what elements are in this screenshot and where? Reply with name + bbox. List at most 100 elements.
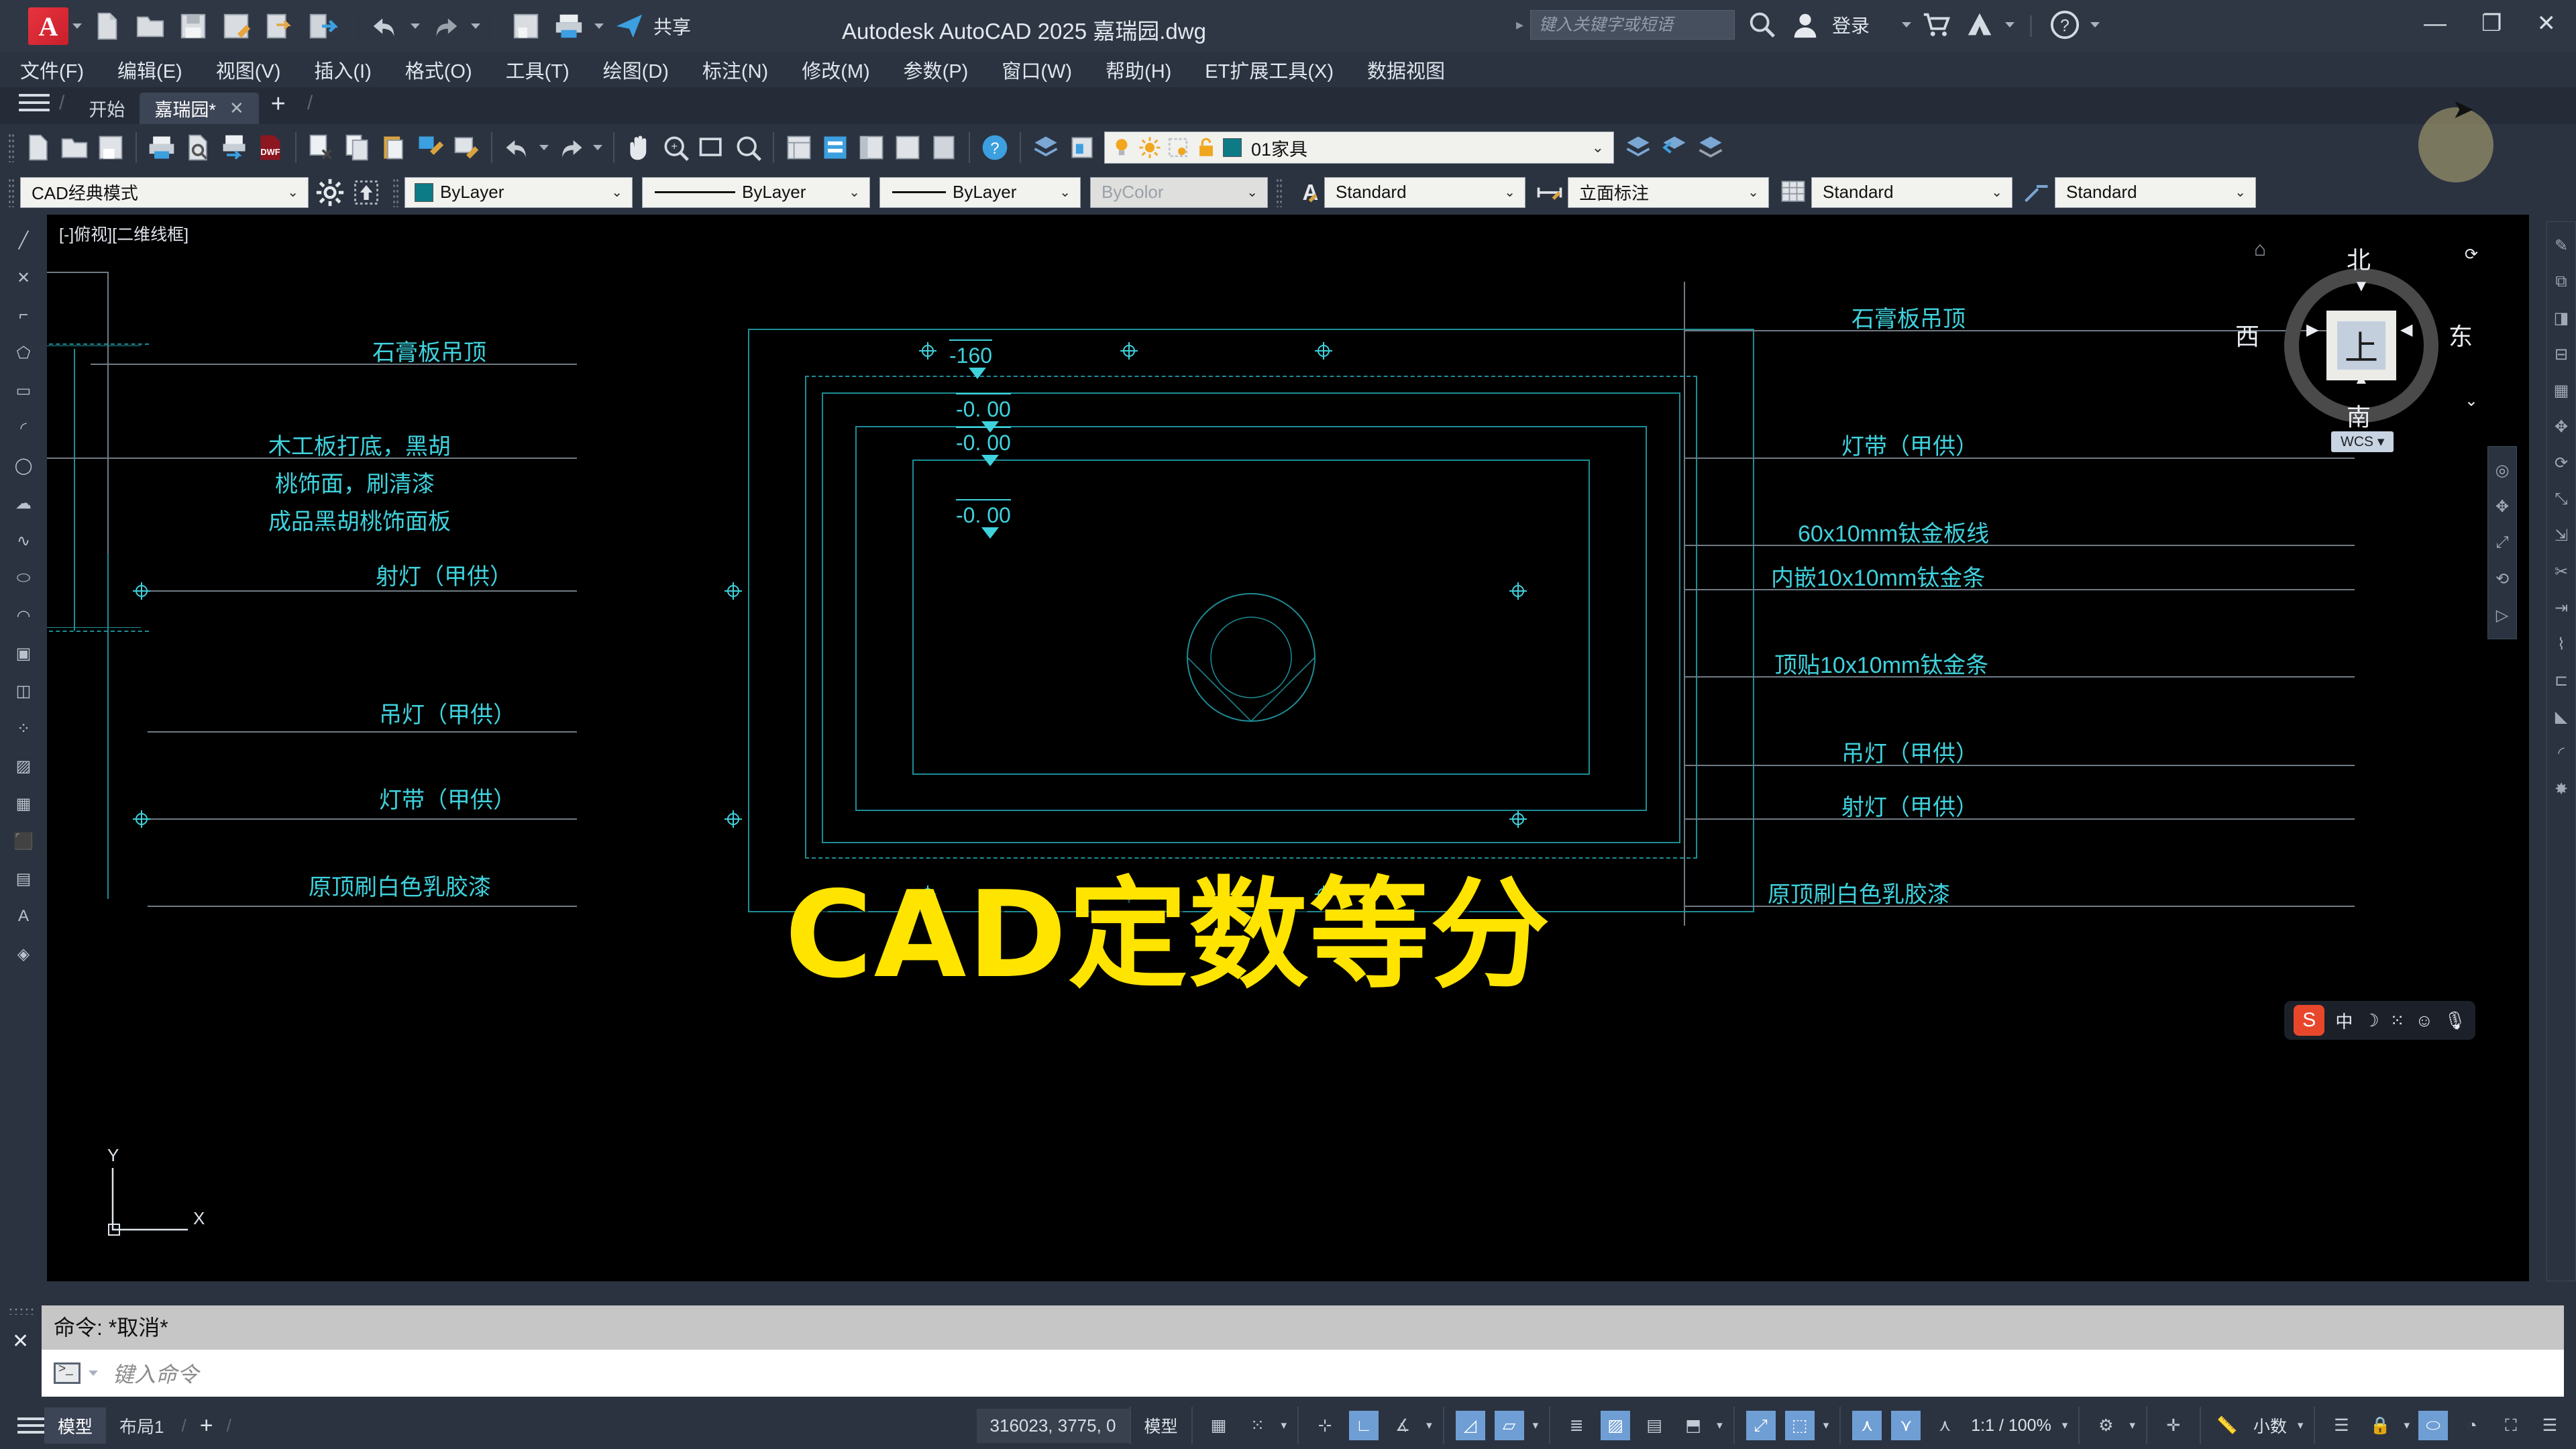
menu-parametric[interactable]: 参数(P) bbox=[904, 56, 969, 84]
plot-icon[interactable] bbox=[147, 133, 176, 162]
table-style-icon[interactable] bbox=[1778, 178, 1808, 207]
isolate-objects-icon[interactable]: ⬭ bbox=[2418, 1411, 2448, 1440]
undo-dropdown-icon[interactable] bbox=[411, 23, 420, 29]
unlock-icon[interactable] bbox=[1195, 136, 1218, 159]
show-lineweight-icon[interactable]: ≣ bbox=[1562, 1411, 1591, 1440]
gradient-tool-icon[interactable]: ▦ bbox=[8, 788, 39, 819]
autocad-logo-icon[interactable]: A bbox=[28, 7, 68, 45]
open-folder-icon[interactable] bbox=[135, 11, 166, 42]
make-block-tool-icon[interactable]: ◫ bbox=[8, 676, 39, 706]
triangle-left-icon[interactable]: ◀ bbox=[2400, 320, 2412, 339]
array-tool-icon[interactable]: ▦ bbox=[2547, 376, 2575, 405]
viewport-config-icon[interactable]: ✛ bbox=[2159, 1411, 2188, 1440]
open-drawing-icon[interactable] bbox=[60, 133, 89, 162]
chevron-down-icon[interactable]: ▾ bbox=[1823, 1419, 1829, 1432]
extend-tool-icon[interactable]: ⇥ bbox=[2547, 594, 2575, 622]
print-dropdown-icon[interactable] bbox=[594, 23, 604, 29]
toolbar-grip[interactable] bbox=[8, 133, 15, 162]
close-command-icon[interactable]: ✕ bbox=[12, 1330, 29, 1353]
menu-insert[interactable]: 插入(I) bbox=[314, 56, 371, 84]
autoscale-icon[interactable]: ⋎ bbox=[1891, 1411, 1921, 1440]
table-style-select[interactable]: Standard ⌄ bbox=[1811, 176, 2012, 208]
multileader-style-icon[interactable] bbox=[2022, 178, 2051, 207]
emoji-icon[interactable]: ☺ bbox=[2415, 1010, 2433, 1031]
menu-browser-icon[interactable] bbox=[19, 89, 50, 116]
multileader-style-select[interactable]: Standard ⌄ bbox=[2055, 176, 2256, 208]
explode-tool-icon[interactable]: ✸ bbox=[2547, 775, 2575, 803]
save-drawing-icon[interactable] bbox=[96, 133, 125, 162]
lightbulb-on-icon[interactable] bbox=[1110, 136, 1133, 159]
designcenter-icon[interactable] bbox=[820, 133, 850, 162]
annotation-scale-value[interactable]: 1:1 / 100% bbox=[1971, 1416, 2051, 1436]
pan-hand-icon[interactable] bbox=[625, 133, 654, 162]
chevron-down-icon[interactable]: ⌄ bbox=[1499, 184, 1521, 201]
cut-icon[interactable] bbox=[307, 133, 336, 162]
close-button[interactable]: ✕ bbox=[2537, 12, 2557, 35]
chevron-down-icon[interactable]: ▾ bbox=[2129, 1419, 2135, 1432]
home-icon[interactable]: ⌂ bbox=[2254, 238, 2266, 261]
polygon-tool-icon[interactable]: ⬠ bbox=[8, 337, 39, 368]
view-cube[interactable]: ⌂ ⟳ ⌄ 北 南 西 东 ▼ ▲ ▶ ◀ 上 WCS ▾ bbox=[2235, 238, 2478, 452]
chevron-down-icon[interactable]: ▾ bbox=[1717, 1419, 1723, 1432]
model-tab[interactable]: 模型 bbox=[44, 1407, 107, 1444]
viewcube-top-face[interactable]: 上 bbox=[2326, 311, 2396, 380]
close-icon[interactable]: ✕ bbox=[229, 98, 244, 119]
annotation-scale-icon[interactable]: ⋏ bbox=[1930, 1411, 1960, 1440]
save-to-cloud-icon[interactable] bbox=[264, 11, 294, 42]
stretch-tool-icon[interactable]: ⇲ bbox=[2547, 521, 2575, 549]
sheet-set-icon[interactable] bbox=[893, 133, 922, 162]
menu-draw[interactable]: 绘图(D) bbox=[603, 56, 669, 84]
autodesk-app-icon[interactable] bbox=[1964, 9, 1995, 40]
undo-toolbar-icon[interactable] bbox=[502, 133, 532, 162]
tab-drawing[interactable]: 嘉瑞园* ✕ bbox=[140, 93, 259, 124]
ellipse-tool-icon[interactable]: ⬭ bbox=[8, 563, 39, 594]
table-tool-icon[interactable]: ▤ bbox=[8, 863, 39, 894]
rectangle-tool-icon[interactable]: ▭ bbox=[8, 375, 39, 406]
workspace-restore-icon[interactable] bbox=[352, 178, 381, 207]
new-layout-icon[interactable]: + bbox=[200, 1413, 213, 1439]
compass-south-label[interactable]: 南 bbox=[2347, 398, 2371, 433]
command-prompt-icon[interactable] bbox=[54, 1362, 80, 1384]
help-icon[interactable]: ? bbox=[2049, 9, 2080, 40]
join-tool-icon[interactable]: ⊏ bbox=[2547, 666, 2575, 694]
dwf-export-icon[interactable]: DWF bbox=[256, 133, 285, 162]
publish-icon[interactable] bbox=[219, 133, 249, 162]
clean-screen-icon[interactable]: ⛶ bbox=[2496, 1411, 2526, 1440]
redo-toolbar-icon[interactable] bbox=[556, 133, 586, 162]
object-snap-icon[interactable]: ▱ bbox=[1494, 1411, 1524, 1440]
save-alt-icon[interactable] bbox=[511, 11, 541, 42]
lineweight-select[interactable]: ByLayer ⌄ bbox=[879, 176, 1081, 208]
layer-color-swatch[interactable] bbox=[1223, 138, 1242, 157]
chevron-down-icon[interactable]: ⌄ bbox=[1742, 184, 1764, 201]
add-selected-tool-icon[interactable]: ◈ bbox=[8, 938, 39, 969]
polyline-tool-icon[interactable]: ⌐ bbox=[8, 300, 39, 331]
menu-view[interactable]: 视图(V) bbox=[216, 56, 281, 84]
rotate-ccw-icon[interactable]: ⌄ bbox=[2465, 391, 2478, 411]
workspace-gear-icon[interactable]: ⚙ bbox=[2091, 1411, 2121, 1440]
triangle-down-icon[interactable]: ▼ bbox=[2353, 277, 2369, 296]
ellipse-arc-tool-icon[interactable]: ◠ bbox=[8, 600, 39, 631]
offset-tool-icon[interactable]: ⊟ bbox=[2547, 340, 2575, 368]
graphics-performance-icon[interactable]: ◔ bbox=[2457, 1411, 2487, 1440]
layout1-tab[interactable]: 布局1 bbox=[106, 1407, 177, 1444]
chevron-down-icon[interactable]: ⌄ bbox=[843, 184, 865, 201]
expand-arrow-icon[interactable]: ▸ bbox=[1516, 16, 1523, 34]
search-input[interactable]: 键入关键字或短语 bbox=[1530, 10, 1735, 40]
quick-properties-icon[interactable]: ☰ bbox=[2326, 1411, 2356, 1440]
zoom-extents-icon[interactable]: ⤢ bbox=[2488, 529, 2516, 557]
3d-object-snap-icon[interactable]: ⬒ bbox=[1678, 1411, 1708, 1440]
ucs-selector[interactable]: WCS ▾ bbox=[2331, 431, 2394, 452]
markup-icon[interactable] bbox=[929, 133, 959, 162]
chevron-down-icon[interactable]: ▾ bbox=[1533, 1419, 1539, 1432]
restore-button[interactable]: ❐ bbox=[2481, 12, 2502, 35]
toolbar-grip[interactable] bbox=[1276, 177, 1283, 207]
help-dropdown-icon[interactable] bbox=[2090, 22, 2100, 28]
tool-palettes-icon[interactable] bbox=[857, 133, 886, 162]
drawing-canvas[interactable]: [-]俯视][二维线框] 石膏板吊顶 木工板打底，黑胡 桃饰面，刷清漆 成品黑胡… bbox=[47, 215, 2529, 1281]
chevron-down-icon[interactable]: ▾ bbox=[2298, 1419, 2304, 1432]
new-tab-icon[interactable]: + bbox=[271, 90, 286, 119]
menu-edit[interactable]: 编辑(E) bbox=[117, 56, 182, 84]
zoom-previous-icon[interactable] bbox=[733, 133, 763, 162]
annotation-visibility-icon[interactable]: ⋏ bbox=[1852, 1411, 1882, 1440]
spline-tool-icon[interactable]: ∿ bbox=[8, 525, 39, 556]
